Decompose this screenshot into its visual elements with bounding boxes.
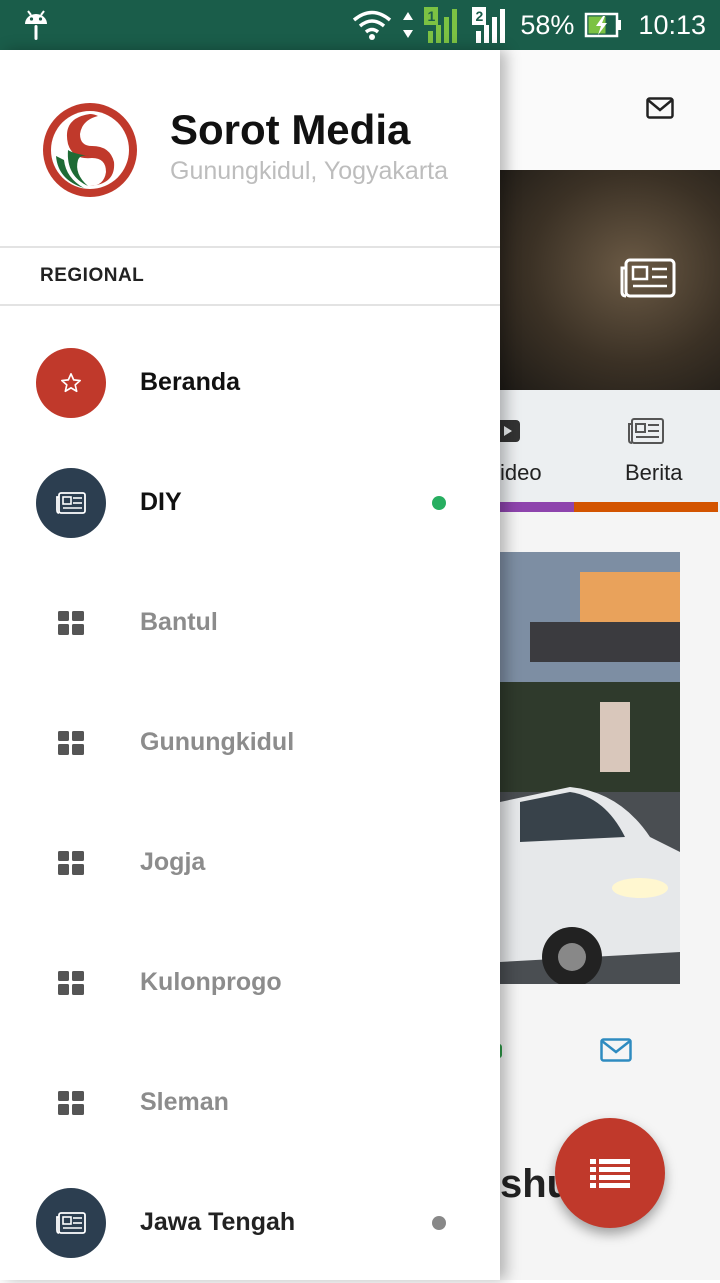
section-label-regional: REGIONAL	[40, 265, 145, 286]
nav-icon-circle	[36, 468, 106, 538]
share-indicator	[500, 1044, 502, 1058]
grid-icon	[58, 851, 84, 875]
grid-icon	[58, 731, 84, 755]
drawer-header: Sorot Media Gunungkidul, Yogyakarta	[0, 50, 500, 246]
category-tabs: ideo Berita	[500, 390, 720, 512]
nav-label: Sleman	[140, 1088, 229, 1116]
tab-video-label: ideo	[500, 460, 542, 485]
nav-label: Gunungkidul	[140, 728, 295, 756]
wifi-icon	[353, 10, 392, 40]
battery-charging-icon	[585, 12, 622, 38]
nav-label: Jawa Tengah	[140, 1208, 296, 1236]
nav-item-diy[interactable]: DIY	[0, 443, 500, 563]
newspaper-icon	[56, 1212, 86, 1234]
android-notification-icon	[22, 8, 50, 47]
star-icon	[61, 373, 81, 393]
battery-percent: 58%	[520, 9, 575, 40]
nav-item-kulonprogo[interactable]: Kulonprogo	[0, 923, 500, 1043]
divider	[0, 304, 500, 306]
nav-label: DIY	[140, 488, 182, 516]
grid-icon	[58, 611, 84, 635]
list-icon	[590, 1159, 630, 1188]
navigation-drawer: Sorot Media Gunungkidul, Yogyakarta REGI…	[0, 50, 500, 1280]
divider	[0, 246, 500, 248]
newspaper-icon	[628, 418, 664, 449]
mail-icon[interactable]	[646, 97, 674, 124]
sorot-media-logo	[40, 100, 140, 200]
nav-item-beranda[interactable]: Beranda	[0, 323, 500, 443]
nav-icon-circle	[36, 348, 106, 418]
nav-item-sleman[interactable]: Sleman	[0, 1043, 500, 1163]
tab-berita-indicator	[574, 502, 718, 512]
sim2-signal-icon: 2	[472, 7, 510, 43]
nav-icon-circle	[36, 1188, 106, 1258]
newspaper-icon	[620, 258, 676, 303]
status-dot	[432, 496, 446, 510]
grid-icon	[58, 971, 84, 995]
app-toolbar	[500, 50, 720, 170]
nav-item-gunungkidul[interactable]: Gunungkidul	[0, 683, 500, 803]
tab-berita[interactable]: Berita	[574, 390, 720, 512]
app-subtitle: Gunungkidul, Yogyakarta	[170, 157, 448, 185]
tab-video-indicator	[500, 502, 574, 512]
play-icon	[500, 420, 520, 447]
grid-icon	[58, 1091, 84, 1115]
tab-berita-label: Berita	[625, 460, 683, 485]
nav-label: Beranda	[140, 368, 241, 396]
newspaper-icon	[56, 492, 86, 514]
status-bar: 1 2 58% 10:13	[0, 0, 720, 50]
nav-item-jogja[interactable]: Jogja	[0, 803, 500, 923]
status-dot	[432, 1216, 446, 1230]
nav-item-jawa-tengah[interactable]: Jawa Tengah	[0, 1163, 500, 1283]
nav-label: Jogja	[140, 848, 206, 876]
app-title: Sorot Media	[170, 106, 411, 153]
nav-label: Bantul	[140, 608, 218, 636]
sim1-signal-icon: 1	[424, 7, 462, 43]
mail-share-icon[interactable]	[600, 1038, 632, 1067]
background-app: ideo Berita shu	[500, 50, 720, 1280]
data-arrows-icon	[403, 12, 414, 38]
tab-video[interactable]: ideo	[500, 390, 574, 512]
news-photo[interactable]	[500, 552, 680, 984]
hero-banner	[500, 170, 720, 390]
fab-list-button[interactable]	[555, 1118, 665, 1228]
nav-label: Kulonprogo	[140, 968, 282, 996]
clock: 10:13	[638, 9, 706, 40]
nav-item-bantul[interactable]: Bantul	[0, 563, 500, 683]
